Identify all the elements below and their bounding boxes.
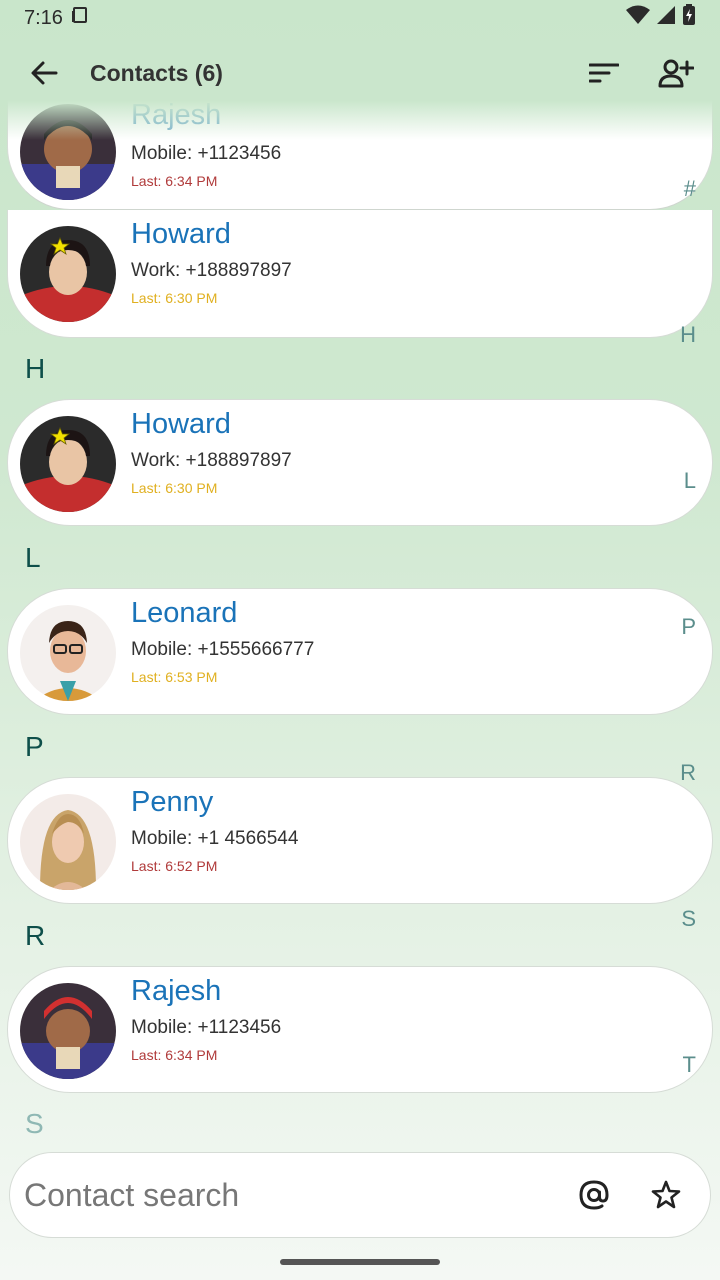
add-contact-button[interactable] (650, 47, 702, 99)
index-h[interactable]: H (680, 322, 696, 348)
status-time: 7:16 (24, 6, 63, 29)
contact-card[interactable]: Rajesh Mobile: +1123456 Last: 6:34 PM (7, 966, 713, 1093)
status-left: 7:16 (24, 6, 89, 30)
sort-button[interactable] (578, 47, 630, 99)
avatar (20, 605, 116, 701)
contact-phone: Mobile: +1555666777 (131, 639, 315, 660)
cell-signal-icon (656, 5, 676, 31)
contact-last-call: Last: 6:30 PM (131, 480, 218, 496)
index-hash[interactable]: # (684, 176, 696, 202)
contact-list[interactable]: Rajesh Mobile: +1123456 Last: 6:34 PM Ho… (0, 100, 720, 1150)
star-outline-icon (651, 1180, 681, 1209)
contact-search-input[interactable] (24, 1176, 544, 1214)
contact-card[interactable]: Penny Mobile: +1 4566544 Last: 6:52 PM (7, 777, 713, 904)
contact-card[interactable]: Howard Work: +188897897 Last: 6:30 PM (7, 399, 713, 526)
contact-last-call: Last: 6:30 PM (131, 290, 218, 306)
page-title: Contacts (6) (90, 59, 223, 86)
contact-name: Leonard (131, 597, 238, 629)
contact-name: Penny (131, 786, 214, 818)
contact-last-call: Last: 6:52 PM (131, 858, 218, 874)
index-s[interactable]: S (681, 906, 696, 932)
avatar (20, 226, 116, 322)
status-right (626, 4, 696, 32)
index-r[interactable]: R (680, 760, 696, 786)
at-sign-icon (579, 1180, 609, 1210)
index-t[interactable]: T (683, 1052, 696, 1078)
contact-name: Howard (131, 218, 231, 250)
contact-name: Rajesh (131, 975, 222, 1007)
contact-card[interactable]: Rajesh Mobile: +1123456 Last: 6:34 PM (7, 100, 713, 210)
person-add-icon (658, 59, 694, 88)
contact-card[interactable]: Howard Work: +188897897 Last: 6:30 PM (7, 210, 713, 338)
contact-phone: Work: +188897897 (131, 260, 292, 281)
arrow-back-icon (31, 61, 58, 85)
contact-phone: Mobile: +1 4566544 (131, 828, 299, 849)
section-header-h: H (25, 353, 46, 384)
battery-icon (682, 4, 696, 32)
favorites-filter-button[interactable] (640, 1169, 692, 1221)
avatar (20, 416, 116, 512)
screenshot-notification-icon (71, 6, 89, 30)
back-button[interactable] (22, 51, 66, 95)
contact-last-call: Last: 6:53 PM (131, 669, 218, 685)
index-p[interactable]: P (681, 614, 696, 640)
contact-phone: Work: +188897897 (131, 450, 292, 471)
avatar (20, 104, 116, 200)
avatar (20, 794, 116, 890)
contact-card[interactable]: Leonard Mobile: +1555666777 Last: 6:53 P… (7, 588, 713, 715)
contact-last-call: Last: 6:34 PM (131, 173, 218, 189)
status-bar: 7:16 (0, 0, 720, 36)
index-l[interactable]: L (684, 468, 696, 494)
gesture-nav-handle[interactable] (280, 1259, 440, 1265)
app-actions (578, 47, 702, 99)
section-header-l: L (25, 542, 41, 573)
contact-phone: Mobile: +1123456 (131, 1017, 282, 1038)
section-header-s: S (25, 1108, 44, 1139)
wifi-icon (626, 5, 650, 31)
search-actions (568, 1169, 692, 1221)
avatar (20, 983, 116, 1079)
contact-phone: Mobile: +1123456 (131, 143, 282, 164)
app-bar: Contacts (6) (0, 36, 720, 110)
email-filter-button[interactable] (568, 1169, 620, 1221)
contact-name: Howard (131, 408, 231, 440)
search-bar (9, 1152, 711, 1238)
sort-icon (589, 63, 619, 83)
section-header-r: R (25, 920, 46, 951)
contact-name: Rajesh (131, 100, 222, 131)
section-header-p: P (25, 731, 44, 762)
contact-last-call: Last: 6:34 PM (131, 1047, 218, 1063)
